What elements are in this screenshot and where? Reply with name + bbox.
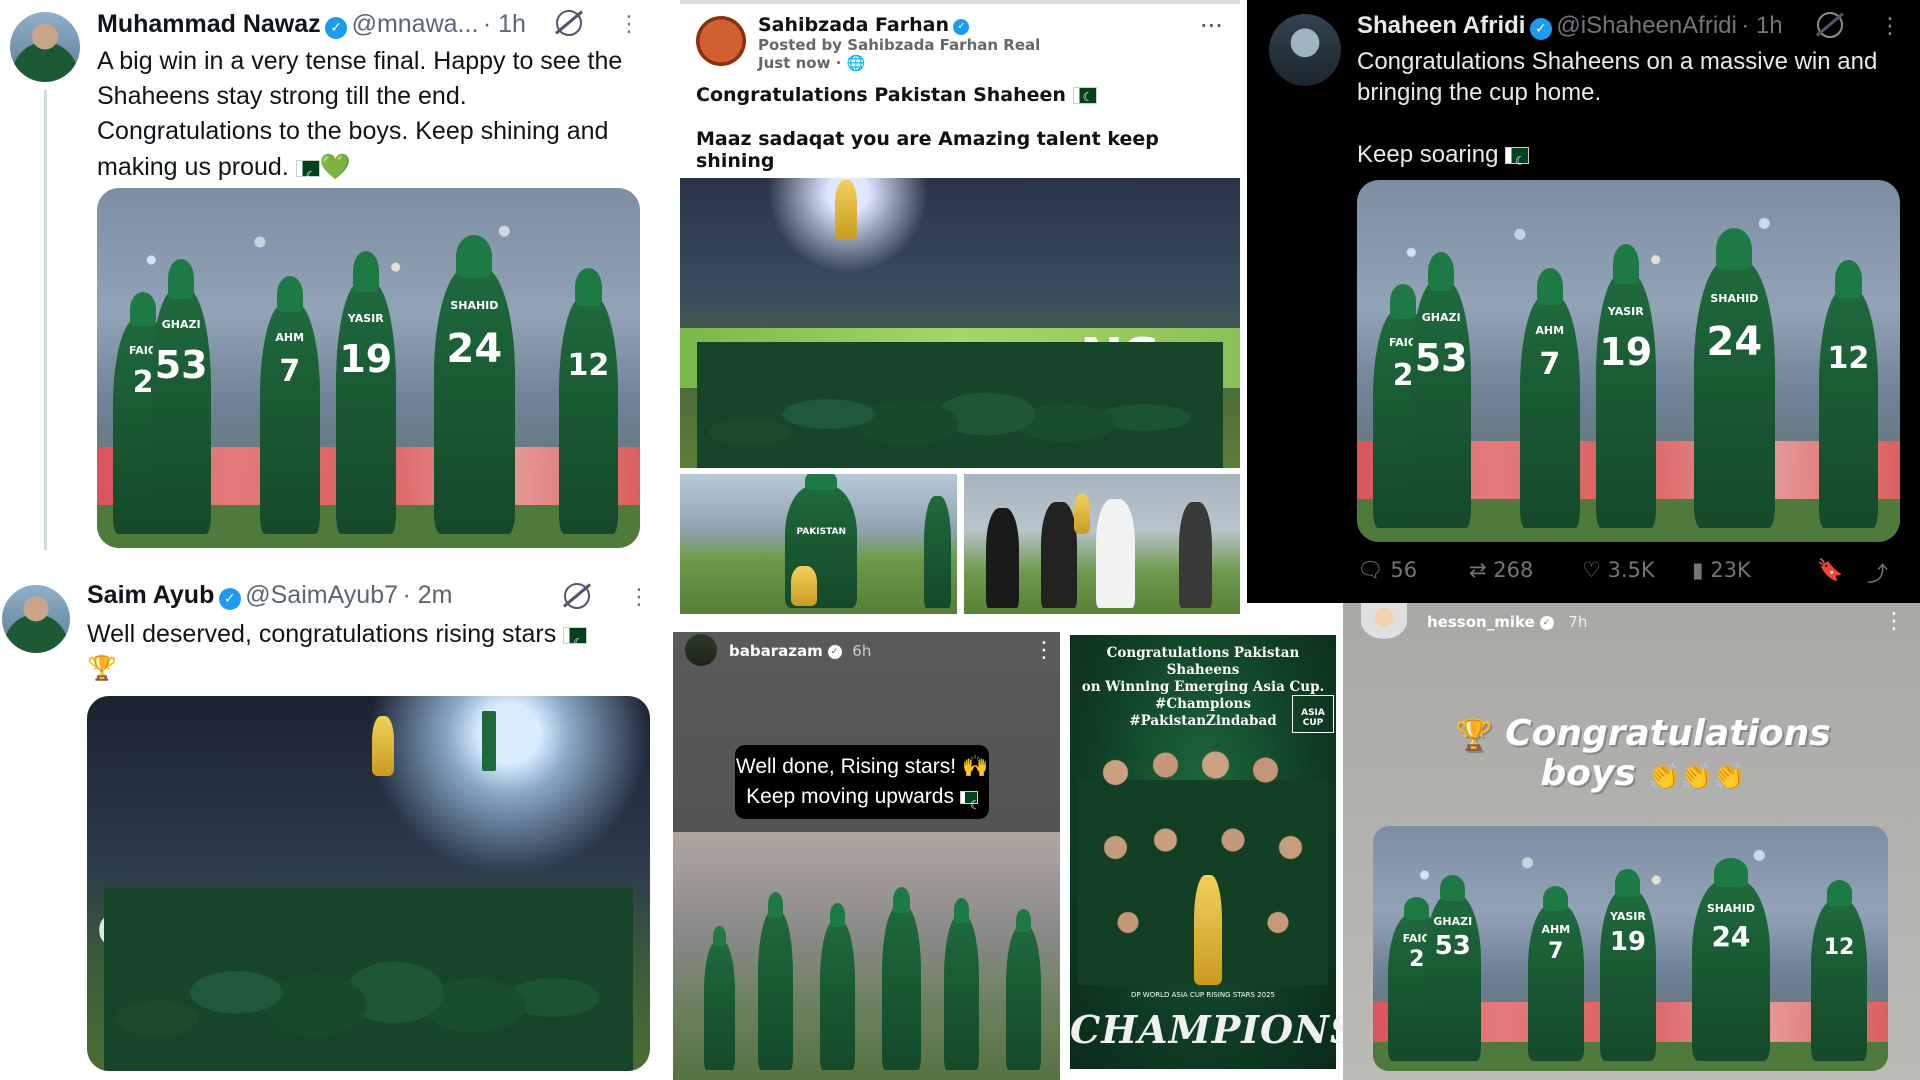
trophy-image	[835, 180, 857, 240]
share-icon[interactable]: ⤴	[1867, 558, 1888, 588]
reply-button[interactable]: 🗨 56	[1357, 558, 1417, 583]
green-heart-icon: 💚	[319, 152, 351, 181]
author-name[interactable]: Shaheen Afridi	[1357, 12, 1525, 39]
avatar[interactable]	[2, 585, 70, 653]
verified-badge-icon: ✓	[953, 18, 970, 35]
trophy-image	[372, 716, 394, 776]
story-text-line1: Congratulations	[1505, 713, 1831, 754]
post-text-line2: Maaz sadaqat you are Amazing talent keep	[696, 128, 1159, 150]
verified-badge-icon: ✓	[1539, 615, 1554, 630]
story-image-celebration[interactable]	[673, 832, 1060, 1080]
author-name[interactable]: Sahibzada Farhan	[758, 14, 949, 36]
story-time: 7h	[1568, 613, 1588, 631]
post-sahibzada-farhan[interactable]: Sahibzada Farhan ✓ Posted by Sahibzada F…	[680, 0, 1240, 615]
pakistan-flag-icon	[563, 626, 588, 660]
heart-icon: ♡	[1582, 558, 1601, 582]
more-options-icon[interactable]: ⋮	[1033, 638, 1055, 663]
story-time: 6h	[852, 642, 872, 660]
poster-footer: CHAMPIONS	[1070, 1007, 1359, 1052]
verified-badge-icon: ✓	[218, 587, 241, 610]
avatar[interactable]	[696, 16, 746, 66]
bookmark-icon[interactable]: 🔖	[1817, 558, 1843, 583]
post-saim-ayub[interactable]: Saim Ayub ✓ @SaimAyub7 · 2m ⋮ Well deser…	[0, 565, 665, 1080]
views-icon: ▮	[1692, 558, 1704, 582]
poster-header-line2: on Winning Emerging Asia Cup.	[1081, 679, 1325, 695]
pakistan-flag-icon	[295, 159, 320, 194]
story-text-line2: boys	[1540, 753, 1636, 794]
story-user[interactable]: hesson_mike	[1427, 613, 1535, 631]
post-text-line3: Keep soaring	[1357, 141, 1499, 168]
post-text-line3: shining	[696, 150, 775, 172]
author-handle[interactable]: @iShaheenAfridi	[1556, 12, 1736, 39]
trophy-icon: 🏆	[87, 654, 117, 682]
verified-badge-icon: ✓	[827, 644, 842, 659]
post-text-line2: bringing the cup home.	[1357, 79, 1602, 106]
more-options-icon[interactable]: ⋮	[1883, 609, 1905, 634]
grok-icon[interactable]	[564, 583, 590, 609]
trophy-image	[1194, 875, 1222, 985]
post-time[interactable]: · 2m	[402, 581, 452, 609]
thread-line	[44, 90, 47, 550]
pakistan-flag-icon	[1072, 86, 1097, 108]
asia-cup-logo: ASIA CUP	[1292, 695, 1334, 733]
verified-badge-icon: ✓	[1529, 17, 1552, 40]
story-caption: Well done, Rising stars! 🙌 Keep moving u…	[735, 745, 989, 820]
avatar[interactable]	[1361, 603, 1407, 639]
grok-icon[interactable]	[556, 10, 582, 36]
avatar[interactable]	[1269, 14, 1341, 86]
post-text: Well deserved, congratulations rising st…	[87, 620, 557, 648]
author-handle[interactable]: @SaimAyub7	[245, 581, 398, 609]
post-image-main[interactable]: NS	[680, 178, 1240, 468]
more-options-icon[interactable]: ⋮	[628, 585, 650, 610]
more-options-icon[interactable]: ⋮	[1879, 14, 1901, 39]
post-time[interactable]: · 1h	[483, 10, 526, 38]
more-options-icon[interactable]: ⋮	[618, 12, 640, 37]
post-image-thumb-right[interactable]	[964, 474, 1240, 614]
post-shaheen-afridi[interactable]: Shaheen Afridi ✓ @iShaheenAfridi · 1h ⋮ …	[1247, 0, 1920, 603]
post-text-line1: Congratulations Pakistan Shaheen	[696, 84, 1066, 106]
story-babarazam[interactable]: babarazam ✓ 6h ⋮ Well done, Rising stars…	[673, 632, 1060, 1080]
post-text-line1: Congratulations Shaheens on a massive wi…	[1357, 48, 1878, 75]
grok-icon[interactable]	[1817, 12, 1843, 38]
post-time[interactable]: Just now ·	[758, 54, 841, 72]
author-name[interactable]: Saim Ayub	[87, 581, 214, 609]
story-user[interactable]: babarazam	[729, 642, 823, 660]
post-image-team-huddle[interactable]: FAIQ 2 GHAZI 53 AHM 7 YASIR 19 SHAHID 24 12	[1357, 180, 1900, 542]
views-button[interactable]: ▮ 23K	[1692, 558, 1751, 582]
more-options-icon[interactable]: ···	[1200, 12, 1223, 40]
globe-icon: 🌐	[846, 54, 866, 72]
reply-icon: 🗨	[1357, 558, 1384, 582]
pakistan-flag-icon	[1505, 146, 1530, 177]
story-hesson-mike[interactable]: hesson_mike ✓ 7h ⋮ 🏆 Congratulations boy…	[1343, 603, 1920, 1080]
avatar[interactable]	[10, 12, 80, 82]
post-image-trophy-celebration[interactable]: CH	[87, 696, 650, 1071]
story-image-team-huddle[interactable]: FAIQ 2 GHAZI 53 AHM 7 YASIR 19 SHAHID 24 12	[1373, 826, 1888, 1071]
like-button[interactable]: ♡ 3.5K	[1582, 558, 1655, 582]
clap-icon: 👏👏👏	[1648, 762, 1746, 792]
pakistan-flag-icon	[959, 790, 981, 820]
champions-poster[interactable]: Congratulations Pakistan Shaheens on Win…	[1067, 632, 1359, 1072]
verified-badge-icon: ✓	[325, 16, 348, 39]
repost-button[interactable]: ⇄ 268	[1469, 558, 1533, 582]
action-bar: 🗨 56 ⇄ 268 ♡ 3.5K ▮ 23K 🔖 ⤴	[1357, 558, 1902, 588]
post-text: A big win in a very tense final. Happy t…	[97, 44, 657, 194]
poster-footer-small: DP WORLD ASIA CUP RISING STARS 2025	[1130, 991, 1276, 999]
poster-header-line1: Congratulations Pakistan Shaheens	[1106, 645, 1300, 678]
post-muhammad-nawaz[interactable]: Muhammad Nawaz ✓ @mnawa... · 1h ⋮ A big …	[0, 0, 640, 560]
author-name[interactable]: Muhammad Nawaz	[97, 10, 321, 38]
avatar[interactable]	[685, 634, 717, 666]
post-image-thumb-left[interactable]: PAKISTAN	[680, 474, 957, 614]
repost-icon: ⇄	[1469, 558, 1487, 582]
post-image-team-huddle[interactable]: FAIQ 2 GHAZI 53 AHM 7 YASIR 19 SHAHID 24 12	[97, 188, 640, 548]
trophy-icon: 🏆	[1455, 718, 1493, 753]
posted-by: Posted by Sahibzada Farhan Real	[758, 36, 1041, 54]
author-handle[interactable]: @mnawa...	[352, 10, 479, 38]
post-time[interactable]: · 1h	[1741, 12, 1782, 39]
